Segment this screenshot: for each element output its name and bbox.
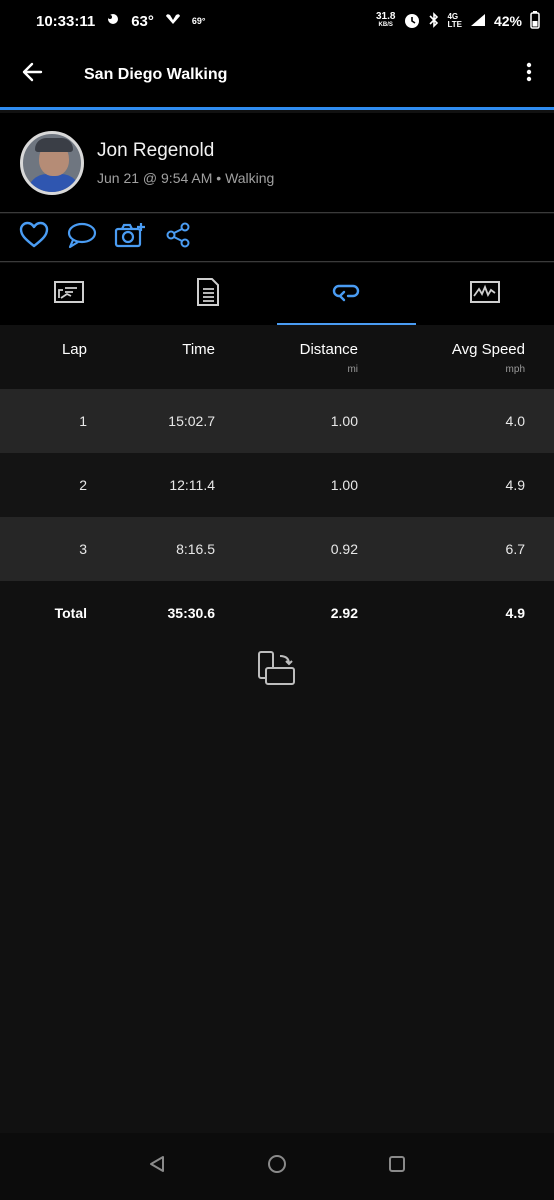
- triangle-back-icon: [147, 1154, 167, 1179]
- header-time: Time: [182, 341, 215, 358]
- arrow-left-icon: [21, 62, 43, 87]
- header-avg-speed-unit: mph: [505, 364, 525, 375]
- lap-time: 15:02.7: [168, 413, 215, 429]
- lap-number: 2: [79, 477, 87, 493]
- network-speed-value: 31.8: [375, 11, 396, 22]
- laps-icon: [331, 280, 361, 309]
- tab-laps[interactable]: [277, 263, 416, 325]
- table-row[interactable]: 1 15:02.7 1.00 4.0: [0, 389, 554, 453]
- total-label: Total: [54, 605, 87, 621]
- header-avg-speed-label: Avg Speed: [451, 341, 525, 358]
- circle-home-icon: [266, 1153, 288, 1180]
- table-header: Lap Time Distance mi Avg Speed mph: [0, 325, 554, 389]
- more-options-button[interactable]: [504, 41, 554, 109]
- activity-meta: Jun 21 @ 9:54 AM • Walking: [97, 169, 275, 186]
- heart-icon: [19, 221, 49, 254]
- action-bar: [0, 214, 554, 262]
- avatar[interactable]: [20, 130, 84, 195]
- laps-table: Lap Time Distance mi Avg Speed mph 1 15:…: [0, 325, 554, 645]
- header-lap: Lap: [61, 341, 87, 358]
- nav-home-button[interactable]: [263, 1153, 291, 1181]
- tab-charts[interactable]: [416, 263, 554, 325]
- network-speed: 31.8 KB/S: [376, 12, 395, 30]
- comment-button[interactable]: [66, 222, 98, 254]
- camera-add-icon: [114, 221, 146, 254]
- lap-avg-speed: 6.7: [505, 541, 525, 557]
- lap-time: 8:16.5: [176, 541, 215, 557]
- header-avg-speed: Avg Speed mph: [358, 341, 525, 375]
- temperature-small: 69°: [191, 16, 206, 26]
- network-type: 4G LTE: [447, 13, 462, 29]
- tab-summary[interactable]: [0, 263, 139, 325]
- total-distance: 2.92: [330, 605, 358, 621]
- table-row[interactable]: 2 12:11.4 1.00 4.9: [0, 453, 554, 517]
- temperature: 63°: [131, 12, 154, 30]
- app-bar: San Diego Walking: [0, 42, 554, 110]
- chart-icon: [53, 280, 85, 309]
- lap-distance: 0.92: [330, 541, 358, 557]
- avatar-shirt: [27, 173, 81, 192]
- lap-distance: 1.00: [330, 477, 358, 493]
- lap-time: 12:11.4: [169, 477, 215, 493]
- bluetooth-icon: [429, 11, 439, 31]
- back-button[interactable]: [0, 41, 64, 109]
- user-name[interactable]: Jon Regenold: [97, 140, 274, 162]
- like-button[interactable]: [18, 221, 50, 254]
- status-bar: 10:33:11 63° 69° 31.8 KB/S 4G LTE 42%: [0, 0, 554, 42]
- nav-recents-button[interactable]: [383, 1153, 411, 1181]
- signal-icon: [470, 13, 486, 30]
- header-distance-label: Distance: [299, 341, 358, 358]
- nav-back-button[interactable]: [143, 1153, 171, 1181]
- page-title: San Diego Walking: [84, 65, 228, 83]
- activity-header: Jon Regenold Jun 21 @ 9:54 AM • Walking: [0, 113, 554, 213]
- battery-icon: [530, 10, 540, 32]
- table-row[interactable]: 3 8:16.5 0.92 6.7: [0, 517, 554, 581]
- share-button[interactable]: [162, 222, 194, 254]
- lap-number: 3: [79, 541, 87, 557]
- activity-tabs: [0, 263, 554, 325]
- lap-distance: 1.00: [330, 413, 358, 429]
- rotate-screen-icon: [256, 651, 298, 694]
- weather-icon: [105, 12, 121, 30]
- avatar-cap: [35, 137, 73, 152]
- rotate-screen-button[interactable]: [256, 650, 298, 690]
- document-icon: [196, 277, 220, 312]
- total-time: 35:30.6: [167, 605, 215, 621]
- total-avg-speed: 4.9: [505, 605, 525, 621]
- graph-icon: [469, 280, 501, 309]
- system-nav-bar: [0, 1133, 554, 1200]
- square-recents-icon: [387, 1154, 407, 1179]
- news-icon: [164, 12, 182, 30]
- network-type-bottom: LTE: [447, 20, 462, 29]
- lap-number: 1: [79, 413, 87, 429]
- battery-percent: 42%: [493, 13, 522, 29]
- profile-text: Jon Regenold Jun 21 @ 9:54 AM • Walking: [97, 140, 274, 186]
- status-time: 10:33:11: [36, 12, 96, 30]
- lap-avg-speed: 4.9: [505, 477, 525, 493]
- network-speed-unit: KB/S: [378, 22, 393, 28]
- header-distance: Distance mi: [215, 341, 358, 375]
- share-icon: [165, 222, 191, 253]
- header-distance-unit: mi: [347, 364, 358, 375]
- alarm-icon: [403, 11, 421, 32]
- tab-details[interactable]: [139, 263, 278, 325]
- comment-icon: [66, 221, 98, 254]
- add-photo-button[interactable]: [114, 222, 146, 254]
- more-vert-icon: [526, 62, 532, 87]
- lap-avg-speed: 4.0: [505, 413, 525, 429]
- total-row: Total 35:30.6 2.92 4.9: [0, 581, 554, 645]
